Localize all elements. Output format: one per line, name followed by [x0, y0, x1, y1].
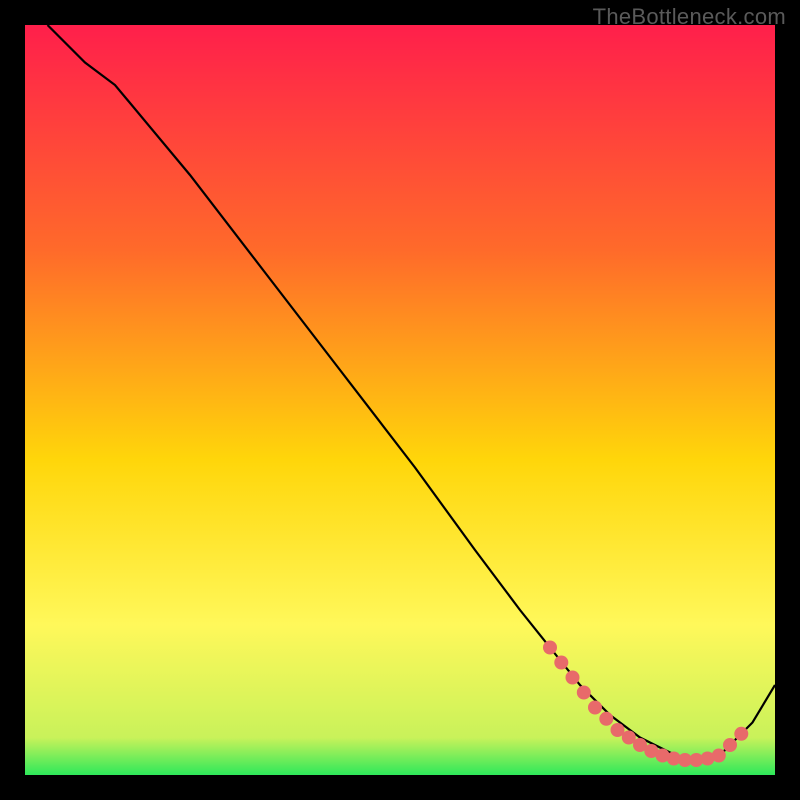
plot-svg	[25, 25, 775, 775]
data-dot	[554, 656, 568, 670]
data-dot	[588, 701, 602, 715]
plot-area	[25, 25, 775, 775]
gradient-background	[25, 25, 775, 775]
data-dot	[599, 712, 613, 726]
data-dot	[723, 738, 737, 752]
data-dot	[543, 641, 557, 655]
data-dot	[734, 727, 748, 741]
data-dot	[577, 686, 591, 700]
data-dot	[566, 671, 580, 685]
data-dot	[712, 749, 726, 763]
chart-frame: TheBottleneck.com	[0, 0, 800, 800]
